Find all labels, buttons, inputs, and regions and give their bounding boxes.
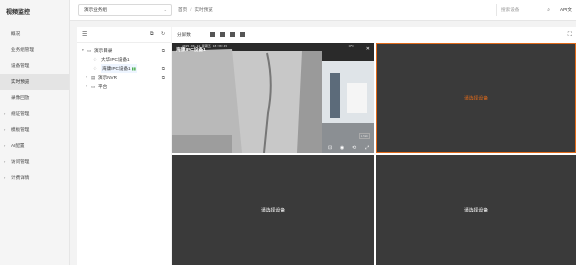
video-toolbar: 分屏数 ⛶ (172, 27, 576, 43)
sidebar-item[interactable]: 概况 (0, 26, 69, 42)
list-toggle-icon[interactable]: ☰ (82, 31, 87, 38)
sidebar-item[interactable]: 实时预览 (0, 74, 69, 90)
tree-node-platform[interactable]: › ▭ 平台 (77, 82, 171, 91)
device-tree-panel: ☰ ⧉ ↻ ▾ ▭ 演示目录 ⧉ ♢ 大华IPC设备1 ♢ 海康IPC设备1▮▮… (77, 27, 171, 265)
device-name: 海康IPC设备1 (102, 66, 131, 71)
video-cell-live[interactable]: 2025-06-14 星期五 18:30:45 CFC 海康IPC设备1 ✕ 1… (172, 43, 374, 153)
refresh-icon[interactable]: ↻ (161, 31, 165, 37)
sidebar-item[interactable]: › 访问管理 (0, 154, 69, 170)
top-bar: 演示业务组 ⌄ 首页 / 实时预览 搜索设备 ⌕ API文 (70, 0, 576, 21)
sidebar-item-label: 录像回放 (11, 95, 30, 100)
chevron-right-icon: › (4, 127, 6, 132)
api-doc-link[interactable]: API文 (560, 0, 576, 20)
chevron-down-icon: ⌄ (163, 7, 167, 12)
split-1-button[interactable] (210, 32, 215, 37)
sidebar-item[interactable]: 录像回放 (0, 90, 69, 106)
split-4-button[interactable] (220, 32, 225, 37)
camera-icon: ♢ (93, 57, 98, 62)
sidebar-item-label: 模板管理 (11, 127, 30, 132)
nav-list: 概况 业务组管理 设备管理 实时预览 录像回放 › 规证管理 › 模板管理 › AI配置 › 访问管理 ›… (0, 26, 69, 186)
chevron-down-icon[interactable]: ▾ (82, 46, 84, 55)
video-area: 分屏数 ⛶ 2025-06-14 星期五 18:30:45 CFC 海康IPC设… (172, 27, 576, 265)
camera-icon: ♢ (93, 66, 98, 71)
sidebar-item[interactable]: › 规证管理 (0, 106, 69, 122)
nvr-icon: ▤ (91, 75, 96, 80)
tree-node-label: 演示目录 (94, 48, 113, 53)
sidebar-item-label: AI配置 (11, 143, 25, 148)
sidebar-item-label: 访问管理 (11, 159, 30, 164)
close-icon[interactable]: ✕ (366, 46, 370, 52)
fullscreen-icon[interactable]: ⛶ (568, 27, 572, 43)
tree-node-label: 海康IPC设备1▮▮ (101, 64, 137, 73)
tree-node-label: 演示NVR (98, 75, 117, 80)
sidebar-item[interactable]: › AI配置 (0, 138, 69, 154)
breadcrumb-separator: / (190, 7, 192, 12)
breadcrumb-home[interactable]: 首页 (178, 7, 187, 12)
video-cell-empty-selected[interactable]: 请选择设备 (376, 43, 576, 153)
tree-node-root[interactable]: ▾ ▭ 演示目录 ⧉ (77, 46, 171, 55)
select-device-prompt: 请选择设备 (261, 208, 285, 214)
chevron-right-icon[interactable]: › (86, 73, 87, 82)
bitrate-badge: 1.5kb (358, 133, 370, 139)
collapse-all-icon[interactable]: ⧉ (150, 31, 154, 37)
split-view-icon[interactable]: ⧉ (162, 73, 165, 82)
tree-node-device-selected[interactable]: ♢ 海康IPC设备1▮▮ ⧉ (77, 64, 171, 73)
business-group-value: 演示业务组 (84, 7, 107, 12)
tree-node-label: 大华IPC设备1 (101, 57, 130, 62)
chevron-right-icon: › (4, 143, 6, 148)
business-group-select[interactable]: 演示业务组 ⌄ (78, 4, 172, 16)
screenshot-icon[interactable]: ⊡ (328, 146, 332, 151)
video-frame (172, 43, 374, 153)
sidebar-item-label: 业务组管理 (11, 47, 34, 52)
breadcrumb-current: 实时预览 (194, 7, 213, 12)
split-9-button[interactable] (230, 32, 235, 37)
search-icon[interactable]: ⌕ (547, 4, 550, 16)
select-device-prompt: 请选择设备 (464, 96, 488, 102)
tree-toolbar: ☰ ⧉ ↻ (77, 27, 171, 43)
search-placeholder: 搜索设备 (501, 7, 520, 12)
sidebar-item-label: 规证管理 (11, 111, 30, 116)
split-view-icon[interactable]: ⧉ (162, 46, 165, 55)
sidebar-item-label: 计费详情 (11, 175, 30, 180)
record-icon[interactable]: ⟲ (352, 146, 356, 151)
sidebar-item[interactable]: 业务组管理 (0, 42, 69, 58)
chevron-right-icon: › (4, 159, 6, 164)
platform-icon: ▭ (91, 84, 96, 89)
tree-node-nvr[interactable]: › ▤ 演示NVR ⧉ (77, 73, 171, 82)
sidebar: 视频监控 概况 业务组管理 设备管理 实时预览 录像回放 › 规证管理 › 模板管理 › AI配置 ›… (0, 0, 70, 265)
sidebar-item-label: 设备管理 (11, 63, 30, 68)
chevron-right-icon[interactable]: › (86, 82, 87, 91)
video-osd-label: CFC (348, 44, 354, 48)
sidebar-item[interactable]: › 模板管理 (0, 122, 69, 138)
video-cell-empty[interactable]: 请选择设备 (376, 155, 576, 265)
split-count-label: 分屏数 (177, 32, 191, 37)
sidebar-item-label: 概况 (11, 31, 21, 36)
select-device-prompt: 请选择设备 (464, 208, 488, 214)
breadcrumb: 首页 / 实时预览 (178, 0, 213, 20)
app-title: 视频监控 (6, 10, 31, 16)
sidebar-item-label: 实时预览 (11, 79, 30, 84)
tree-node-label: 平台 (98, 84, 108, 89)
tree-node-device[interactable]: ♢ 大华IPC设备1 (77, 55, 171, 64)
chevron-right-icon: › (4, 175, 6, 180)
video-cell-title: 海康IPC设备1 (176, 48, 206, 53)
chevron-right-icon: › (4, 111, 6, 116)
camera-icon[interactable]: ◉ (340, 146, 344, 151)
video-cell-empty[interactable]: 请选择设备 (172, 155, 374, 265)
device-search-input[interactable]: 搜索设备 ⌕ (496, 4, 556, 16)
split-view-icon[interactable]: ⧉ (162, 64, 165, 73)
fullscreen-icon[interactable]: ⤢ (365, 145, 369, 151)
sidebar-item[interactable]: 设备管理 (0, 58, 69, 74)
split-16-button[interactable] (240, 32, 245, 37)
sidebar-item[interactable]: › 计费详情 (0, 170, 69, 186)
folder-icon: ▭ (87, 48, 92, 53)
signal-icon: ▮▮ (131, 66, 136, 71)
